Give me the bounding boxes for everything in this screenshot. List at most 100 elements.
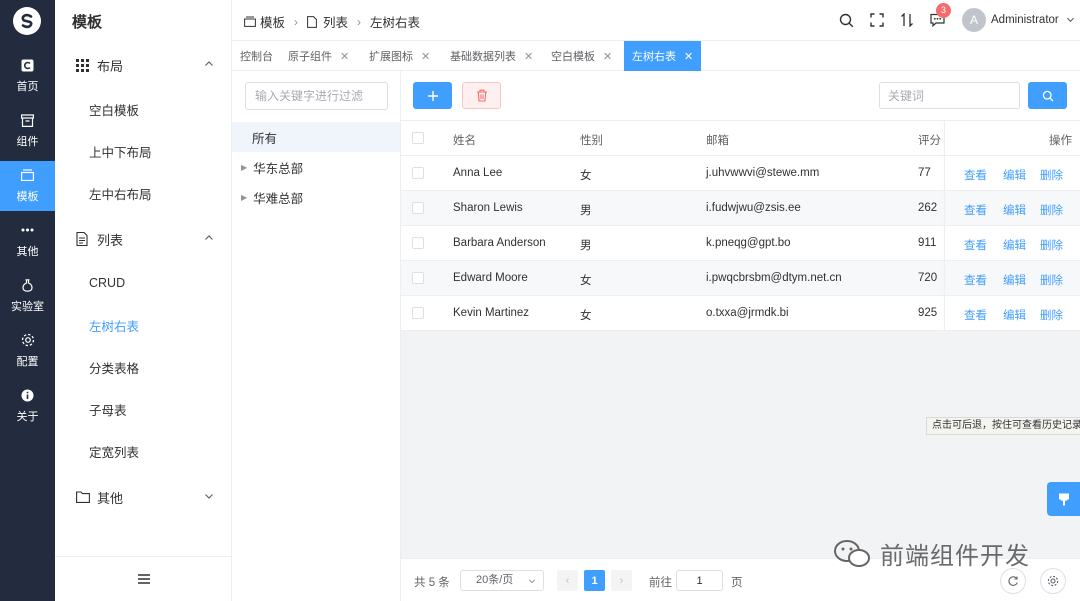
tree-node-all[interactable]: 所有 [232, 122, 400, 152]
table-row: Edward Moore 女 i.pwqcbrsbm@dtym.net.cn 720 查… [401, 261, 1080, 296]
top-header: 模板 › 列表 › 左树右表 [232, 0, 1080, 41]
sidebar-item-master-detail[interactable]: 子母表 [55, 389, 232, 429]
add-button[interactable] [413, 82, 452, 109]
goto-page-input[interactable] [676, 570, 723, 591]
rail-item[interactable]: 组件 [0, 106, 55, 156]
tab-console[interactable]: 控制台 [232, 41, 281, 71]
row-checkbox[interactable] [412, 272, 424, 284]
sort-arrows-icon[interactable] [899, 12, 915, 28]
tab-blank-template[interactable]: 空白模板 ✕ [543, 41, 620, 71]
sidebar-item-tree-table[interactable]: 左树右表 [55, 305, 232, 345]
breadcrumb-current: 左树右表 [370, 16, 421, 30]
delete-link[interactable]: 删除 [1040, 272, 1063, 288]
view-link[interactable]: 查看 [964, 272, 987, 288]
avatar[interactable]: A [962, 8, 986, 32]
sidebar-item-blank-template[interactable]: 空白模板 [55, 89, 232, 129]
view-link[interactable]: 查看 [964, 237, 987, 253]
total-count: 共 5 条 [414, 577, 450, 589]
sidebar-group-layout[interactable]: 布局 [55, 45, 232, 85]
sidebar-item-left-mid-right[interactable]: 左中右布局 [55, 173, 232, 213]
row-checkbox[interactable] [412, 167, 424, 179]
delete-link[interactable]: 删除 [1040, 307, 1063, 323]
delete-link[interactable]: 删除 [1040, 237, 1063, 253]
rail-item[interactable]: 实验室 [0, 271, 55, 321]
tab-atomic-components[interactable]: 原子组件 ✕ [280, 41, 357, 71]
rail-item[interactable]: 配置 [0, 326, 55, 376]
close-icon[interactable]: ✕ [684, 50, 693, 63]
delete-link[interactable]: 删除 [1040, 202, 1063, 218]
tab-basic-data-list[interactable]: 基础数据列表 ✕ [442, 41, 541, 71]
trash-icon [476, 89, 487, 102]
delete-link[interactable]: 删除 [1040, 167, 1063, 183]
app-logo[interactable] [13, 7, 41, 35]
row-checkbox[interactable] [412, 202, 424, 214]
close-icon[interactable]: ✕ [421, 50, 430, 63]
rail-item-label: 组件 [16, 136, 39, 148]
tree-node[interactable]: ▶ 华东总部 [232, 152, 400, 182]
refresh-button[interactable] [1000, 568, 1026, 594]
edit-link[interactable]: 编辑 [1003, 202, 1026, 218]
column-header-score[interactable]: 评分 [918, 132, 941, 148]
tree-node[interactable]: ▶ 华难总部 [232, 182, 400, 212]
sidebar-item-fixed-width-list[interactable]: 定宽列表 [55, 431, 232, 471]
tab-tree-table[interactable]: 左树右表 ✕ [624, 41, 702, 71]
caret-right-icon[interactable]: ▶ [241, 193, 247, 202]
page-number[interactable]: 1 [584, 570, 605, 591]
sidebar-collapse-button[interactable] [55, 556, 232, 601]
select-all-checkbox[interactable] [412, 132, 424, 144]
tree-filter-input[interactable] [245, 82, 388, 110]
rail-item[interactable]: 其他 [0, 216, 55, 266]
sidebar-item-crud[interactable]: CRUD [55, 263, 232, 303]
template-icon [244, 16, 256, 28]
caret-right-icon[interactable]: ▶ [241, 163, 247, 172]
edit-link[interactable]: 编辑 [1003, 167, 1026, 183]
prev-page-button[interactable]: ‹ [557, 570, 578, 591]
close-icon[interactable]: ✕ [603, 50, 612, 63]
column-header-name[interactable]: 姓名 [453, 132, 476, 148]
breadcrumb-item[interactable]: 列表 [307, 12, 348, 31]
sidebar-item-top-mid-bottom[interactable]: 上中下布局 [55, 131, 232, 171]
next-page-button[interactable]: › [611, 570, 632, 591]
fixed-column-divider [944, 156, 945, 190]
cell-name: Sharon Lewis [453, 202, 523, 214]
sidebar-group-list[interactable]: 列表 [55, 219, 232, 259]
view-link[interactable]: 查看 [964, 307, 987, 323]
folder-icon [76, 490, 90, 504]
search-button[interactable] [1028, 82, 1067, 109]
edit-link[interactable]: 编辑 [1003, 237, 1026, 253]
rail-item[interactable]: 首页 [0, 51, 55, 101]
view-link[interactable]: 查看 [964, 167, 987, 183]
refresh-icon [1008, 576, 1018, 586]
edit-link[interactable]: 编辑 [1003, 272, 1026, 288]
column-header-gender[interactable]: 性别 [580, 132, 603, 148]
table-empty-area [401, 331, 1080, 558]
cell-name: Barbara Anderson [453, 237, 546, 249]
edit-link[interactable]: 编辑 [1003, 307, 1026, 323]
sidebar-group-other[interactable]: 其他 [55, 477, 232, 517]
page-size-select[interactable]: 20条/页 [460, 570, 544, 591]
view-link[interactable]: 查看 [964, 202, 987, 218]
delete-button[interactable] [462, 82, 501, 109]
row-checkbox[interactable] [412, 237, 424, 249]
sidebar-group-label: 布局 [97, 58, 124, 74]
column-header-email[interactable]: 邮箱 [706, 132, 729, 148]
close-icon[interactable]: ✕ [340, 50, 349, 63]
column-header-actions: 操作 [1049, 135, 1072, 147]
search-icon[interactable] [838, 12, 854, 28]
keyword-input[interactable] [879, 82, 1020, 109]
rail-item[interactable]: 关于 [0, 381, 55, 431]
breadcrumb-item[interactable]: 模板 [244, 12, 285, 31]
document-icon [76, 232, 90, 246]
settings-button[interactable] [1040, 568, 1066, 594]
fullscreen-icon[interactable] [869, 12, 885, 28]
sidebar-item-category-table[interactable]: 分类表格 [55, 347, 232, 387]
tab-extended-icons[interactable]: 扩展图标 ✕ [361, 41, 438, 71]
chevron-down-icon [528, 579, 536, 584]
rail-item[interactable]: 模板 [0, 161, 55, 211]
username[interactable]: Administrator [991, 14, 1075, 26]
close-icon[interactable]: ✕ [524, 50, 533, 63]
row-checkbox[interactable] [412, 307, 424, 319]
rail-item-label: 实验室 [11, 301, 44, 313]
floating-action-button[interactable] [1047, 482, 1080, 516]
info-icon [21, 388, 35, 402]
